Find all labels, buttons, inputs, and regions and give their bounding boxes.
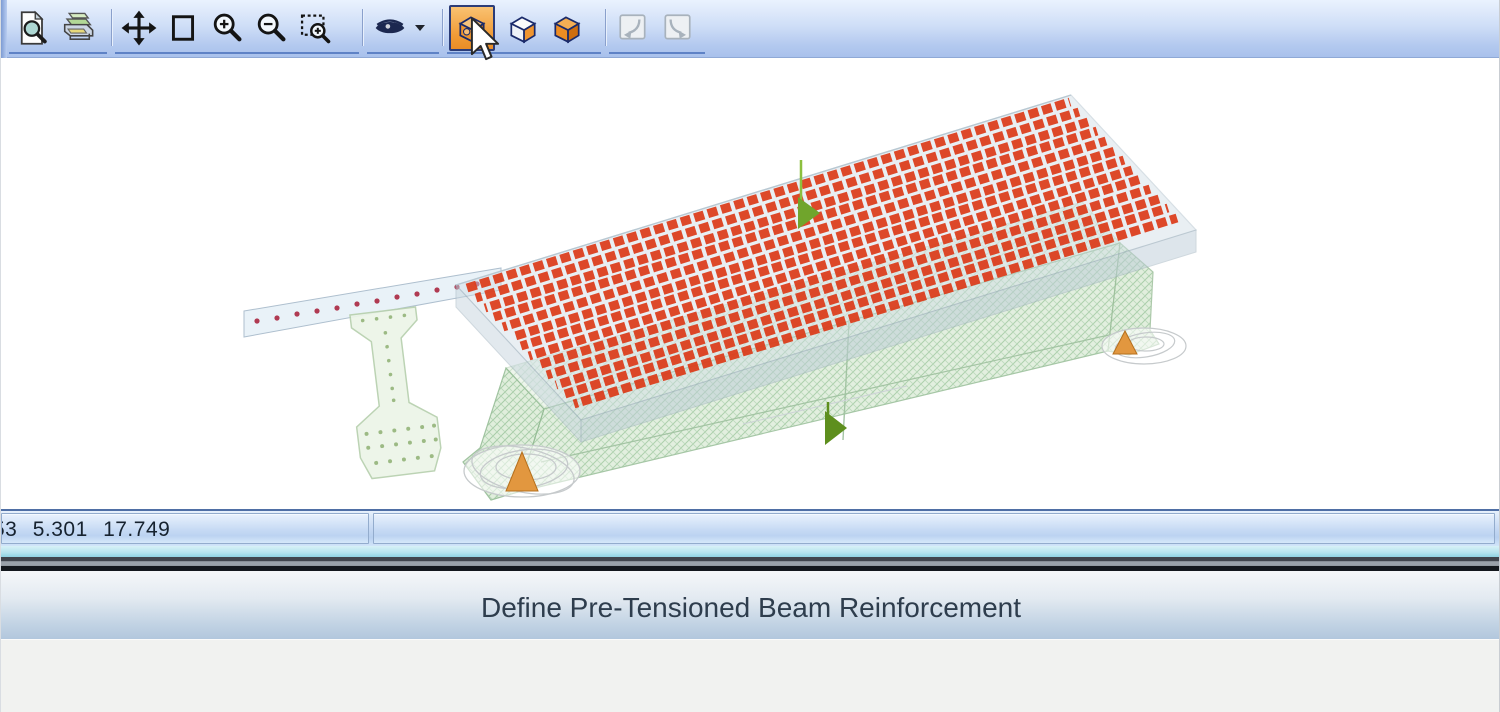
view-3d-wireframe-button[interactable]	[501, 6, 545, 50]
toolbar-group-display	[367, 4, 439, 54]
view-3d-solid-cube-icon	[455, 11, 489, 45]
pan-icon	[121, 10, 157, 46]
zoom-extents-icon	[297, 10, 333, 46]
girder-section	[343, 306, 444, 480]
view-eye-icon	[371, 11, 409, 45]
toolbar-group-print	[9, 4, 107, 54]
view-options-dropdown[interactable]	[411, 6, 429, 50]
panel-title: Define Pre-Tensioned Beam Reinforcement	[481, 586, 1021, 624]
panel-form: Section at	[1, 639, 1500, 712]
view-3d-shaded-button[interactable]	[545, 6, 589, 50]
model-viewport[interactable]	[1, 58, 1500, 509]
previous-view-button[interactable]	[611, 6, 655, 50]
zoom-window-button[interactable]	[161, 6, 205, 50]
print-icon	[58, 10, 96, 46]
divider-band	[1, 557, 1500, 571]
toolbar-separator	[111, 9, 112, 46]
zoom-in-icon	[209, 10, 245, 46]
next-view-button[interactable]	[655, 6, 699, 50]
zoom-in-button[interactable]	[205, 6, 249, 50]
next-view-icon	[660, 12, 694, 44]
print-preview-button[interactable]	[11, 6, 55, 50]
view-3d-solid-button[interactable]	[449, 5, 495, 51]
zoom-out-button[interactable]	[249, 6, 293, 50]
pan-button[interactable]	[117, 6, 161, 50]
application-window: 53 5.301 17.749 Define Pre-Tensioned Bea…	[0, 0, 1500, 712]
zoom-out-icon	[253, 10, 289, 46]
view-3d-light-cube-icon	[506, 11, 540, 45]
toolbar-group-view-history	[609, 4, 705, 54]
toolbar-group-3d-views	[447, 4, 601, 54]
toolbar-separator	[362, 9, 363, 46]
print-preview-icon	[15, 10, 51, 46]
toolbar-separator	[605, 9, 606, 46]
view-3d-shaded-cube-icon	[550, 11, 584, 45]
toolbar-separator	[442, 9, 443, 46]
toolbar	[1, 0, 1500, 58]
view-options-button[interactable]	[369, 6, 411, 50]
toolbar-group-zoom	[115, 4, 359, 54]
status-coordinates-cell: 53 5.301 17.749	[1, 513, 369, 544]
status-message-cell	[373, 513, 1495, 544]
beam-3d-scene	[1, 58, 1500, 509]
coordinates-readout: 53 5.301 17.749	[1, 518, 170, 542]
right-support	[1102, 328, 1186, 364]
print-button[interactable]	[55, 6, 99, 50]
zoom-window-icon	[165, 10, 201, 46]
zoom-extents-button[interactable]	[293, 6, 337, 50]
panel-header: Define Pre-Tensioned Beam Reinforcement	[1, 571, 1500, 639]
status-bar: 53 5.301 17.749	[1, 509, 1500, 546]
dropdown-caret-icon	[414, 24, 426, 32]
previous-view-icon	[616, 12, 650, 44]
divider-strip	[1, 546, 1500, 557]
